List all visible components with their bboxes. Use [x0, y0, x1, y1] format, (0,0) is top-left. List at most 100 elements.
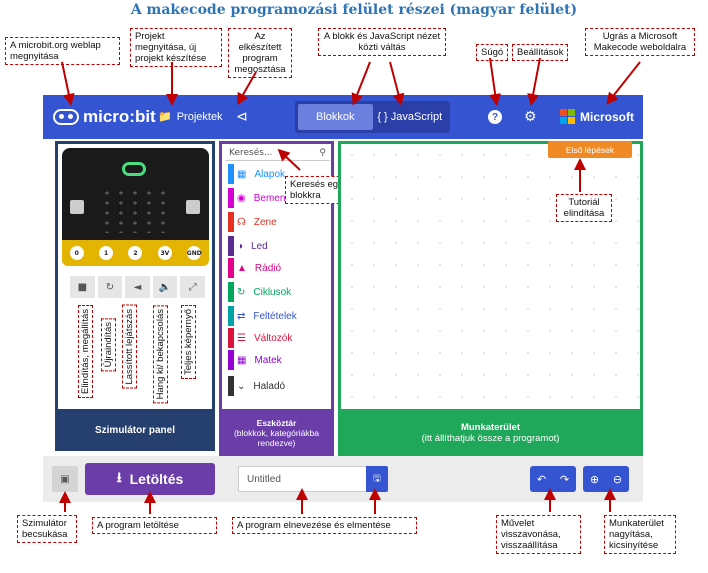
folder-icon: 📁: [158, 111, 172, 123]
category-label: Matek: [254, 354, 282, 366]
callout-share: Az elkészített program megosztása: [228, 28, 292, 78]
category-matek[interactable]: ▦ Matek: [228, 350, 328, 370]
board-pins: 0 1 2 3V GND: [62, 240, 209, 266]
pin-gnd: GND: [187, 246, 202, 260]
pin-0[interactable]: 0: [69, 246, 84, 260]
workspace-label: Munkaterület (itt állíthatjuk össze a pr…: [338, 409, 643, 456]
sim-label-slowmo: Lassított lejátszás: [122, 305, 137, 389]
microsoft-logo-icon: [560, 109, 575, 124]
headphones-icon: ☊: [237, 216, 246, 228]
blocks-tab-label: Blokkok: [315, 111, 355, 123]
logo-text: micro:bit: [83, 107, 156, 126]
save-button[interactable]: 🖫: [366, 466, 388, 492]
workspace-title: Munkaterület: [460, 421, 521, 433]
category-label: Változók: [253, 332, 293, 344]
list-icon: ☰: [237, 332, 246, 344]
sim-label-restart: Újraindítás: [101, 318, 116, 372]
zoom-in-icon: ⊕: [589, 472, 600, 486]
callout-name-save: A program elnevezése és elmentése: [232, 517, 417, 534]
zoom-group: ⊕ ⊖: [583, 466, 629, 492]
category-label: Ciklusok: [253, 286, 292, 298]
projects-button[interactable]: 📁 Projektek: [158, 110, 223, 124]
undo-icon: ↶: [536, 472, 547, 486]
toolbox-subtitle: (blokkok, kategóriákba rendezve): [233, 427, 320, 448]
category-label: Feltételek: [253, 310, 297, 322]
callout-microbit-org: A microbit.org weblap megnyitása: [5, 37, 120, 65]
fullscreen-icon: ⤢: [188, 281, 197, 293]
calculator-icon: ▦: [237, 354, 247, 366]
mute-button[interactable]: 🔈: [152, 276, 178, 298]
toolbox-title: Eszköztár: [256, 417, 297, 428]
button-a[interactable]: [70, 200, 84, 214]
help-button[interactable]: ?: [488, 110, 502, 124]
slowmo-button[interactable]: ◄: [125, 276, 150, 298]
microbit-logo[interactable]: micro:bit: [53, 107, 156, 127]
stop-button[interactable]: ■: [70, 276, 95, 298]
microsoft-link[interactable]: Microsoft: [560, 109, 634, 124]
settings-button[interactable]: ⚙: [524, 108, 537, 125]
signal-icon: ▲: [237, 262, 247, 274]
callout-download: A program letöltése: [92, 517, 217, 534]
button-b[interactable]: [186, 200, 200, 214]
shuffle-icon: ⇄: [237, 310, 246, 322]
microbit-icon: [53, 109, 79, 125]
callout-help: Súgó: [476, 44, 509, 61]
category-halado[interactable]: ⌄ Haladó: [228, 376, 328, 396]
pin-1[interactable]: 1: [99, 246, 114, 260]
callout-collapse-sim: Szimulátor becsukása: [17, 515, 77, 543]
category-radio[interactable]: ▲ Rádió: [228, 258, 328, 278]
download-icon: ⭳: [116, 469, 122, 485]
speaker-icon: 🔈: [158, 281, 172, 293]
project-name-input[interactable]: [238, 466, 366, 492]
redo-button[interactable]: ↷: [553, 466, 576, 492]
category-label: Zene: [253, 216, 277, 228]
collapse-simulator-button[interactable]: ▣: [52, 466, 78, 492]
page-title: A makecode programozási felület részei (…: [130, 2, 578, 18]
download-button[interactable]: ⭳ Letöltés: [85, 463, 215, 495]
pin-2[interactable]: 2: [128, 246, 143, 260]
help-icon: ?: [491, 111, 499, 123]
target-icon: ◉: [237, 192, 246, 204]
sim-label-fullscreen: Teljes képernyő: [181, 305, 196, 380]
zoom-out-button[interactable]: ⊖: [606, 466, 629, 492]
chevron-down-icon: ⌄: [237, 380, 246, 392]
zoom-out-icon: ⊖: [612, 472, 623, 486]
zoom-in-button[interactable]: ⊕: [583, 466, 606, 492]
sim-label-mute: Hang ki/ bekapcsolás: [153, 305, 168, 404]
share-icon: ⊲: [236, 108, 248, 124]
redo-icon: ↷: [559, 472, 570, 486]
restart-button[interactable]: ↻: [97, 276, 123, 298]
category-ciklusok[interactable]: ↻ Ciklusok: [228, 282, 328, 302]
loop-icon: ↻: [237, 286, 246, 298]
board-face-icon: [122, 162, 146, 176]
javascript-tab[interactable]: { } JavaScript: [373, 104, 448, 130]
callout-undo: Művelet visszavonása, visszaállítása: [496, 515, 581, 554]
callout-settings: Beállítások: [512, 44, 569, 61]
undo-button[interactable]: ↶: [530, 466, 553, 492]
fullscreen-button[interactable]: ⤢: [180, 276, 205, 298]
microsoft-label: Microsoft: [580, 109, 634, 124]
javascript-tab-label: { } JavaScript: [377, 111, 443, 123]
tutorial-button[interactable]: Első lépések: [548, 141, 632, 158]
category-valtozok[interactable]: ☰ Változók: [228, 328, 328, 348]
share-button[interactable]: ⊲: [236, 108, 248, 125]
simulator-panel-label: Szimulátor panel: [55, 409, 215, 451]
stop-icon: ■: [77, 281, 88, 293]
toggle-icon: ◑: [237, 240, 244, 252]
callout-tutorial: Tutoriál elindítása: [556, 194, 612, 222]
simulator-controls: ■ ↻ ◄ 🔈 ⤢: [70, 276, 205, 298]
category-led[interactable]: ◑ Led: [228, 236, 328, 256]
grid-icon: ▦: [237, 168, 247, 180]
toolbox-search-input[interactable]: Keresés... ⚲: [225, 145, 330, 161]
view-toggle: Blokkok { } JavaScript: [295, 101, 450, 133]
callout-zoom: Munkaterület nagyítása, kicsinyítése: [604, 515, 676, 554]
workspace-subtitle: (itt állíthatjuk össze a programot): [421, 432, 560, 444]
callout-projects: Projekt megnyitása, új projekt készítése: [130, 28, 222, 67]
snail-icon: ◄: [133, 281, 142, 293]
save-icon: 🖫: [373, 474, 381, 484]
category-feltetelek[interactable]: ⇄ Feltételek: [228, 306, 328, 326]
category-zene[interactable]: ☊ Zene: [228, 212, 328, 232]
blocks-tab[interactable]: Blokkok: [298, 104, 373, 130]
search-placeholder: Keresés...: [229, 147, 273, 158]
pin-3v: 3V: [157, 246, 172, 260]
